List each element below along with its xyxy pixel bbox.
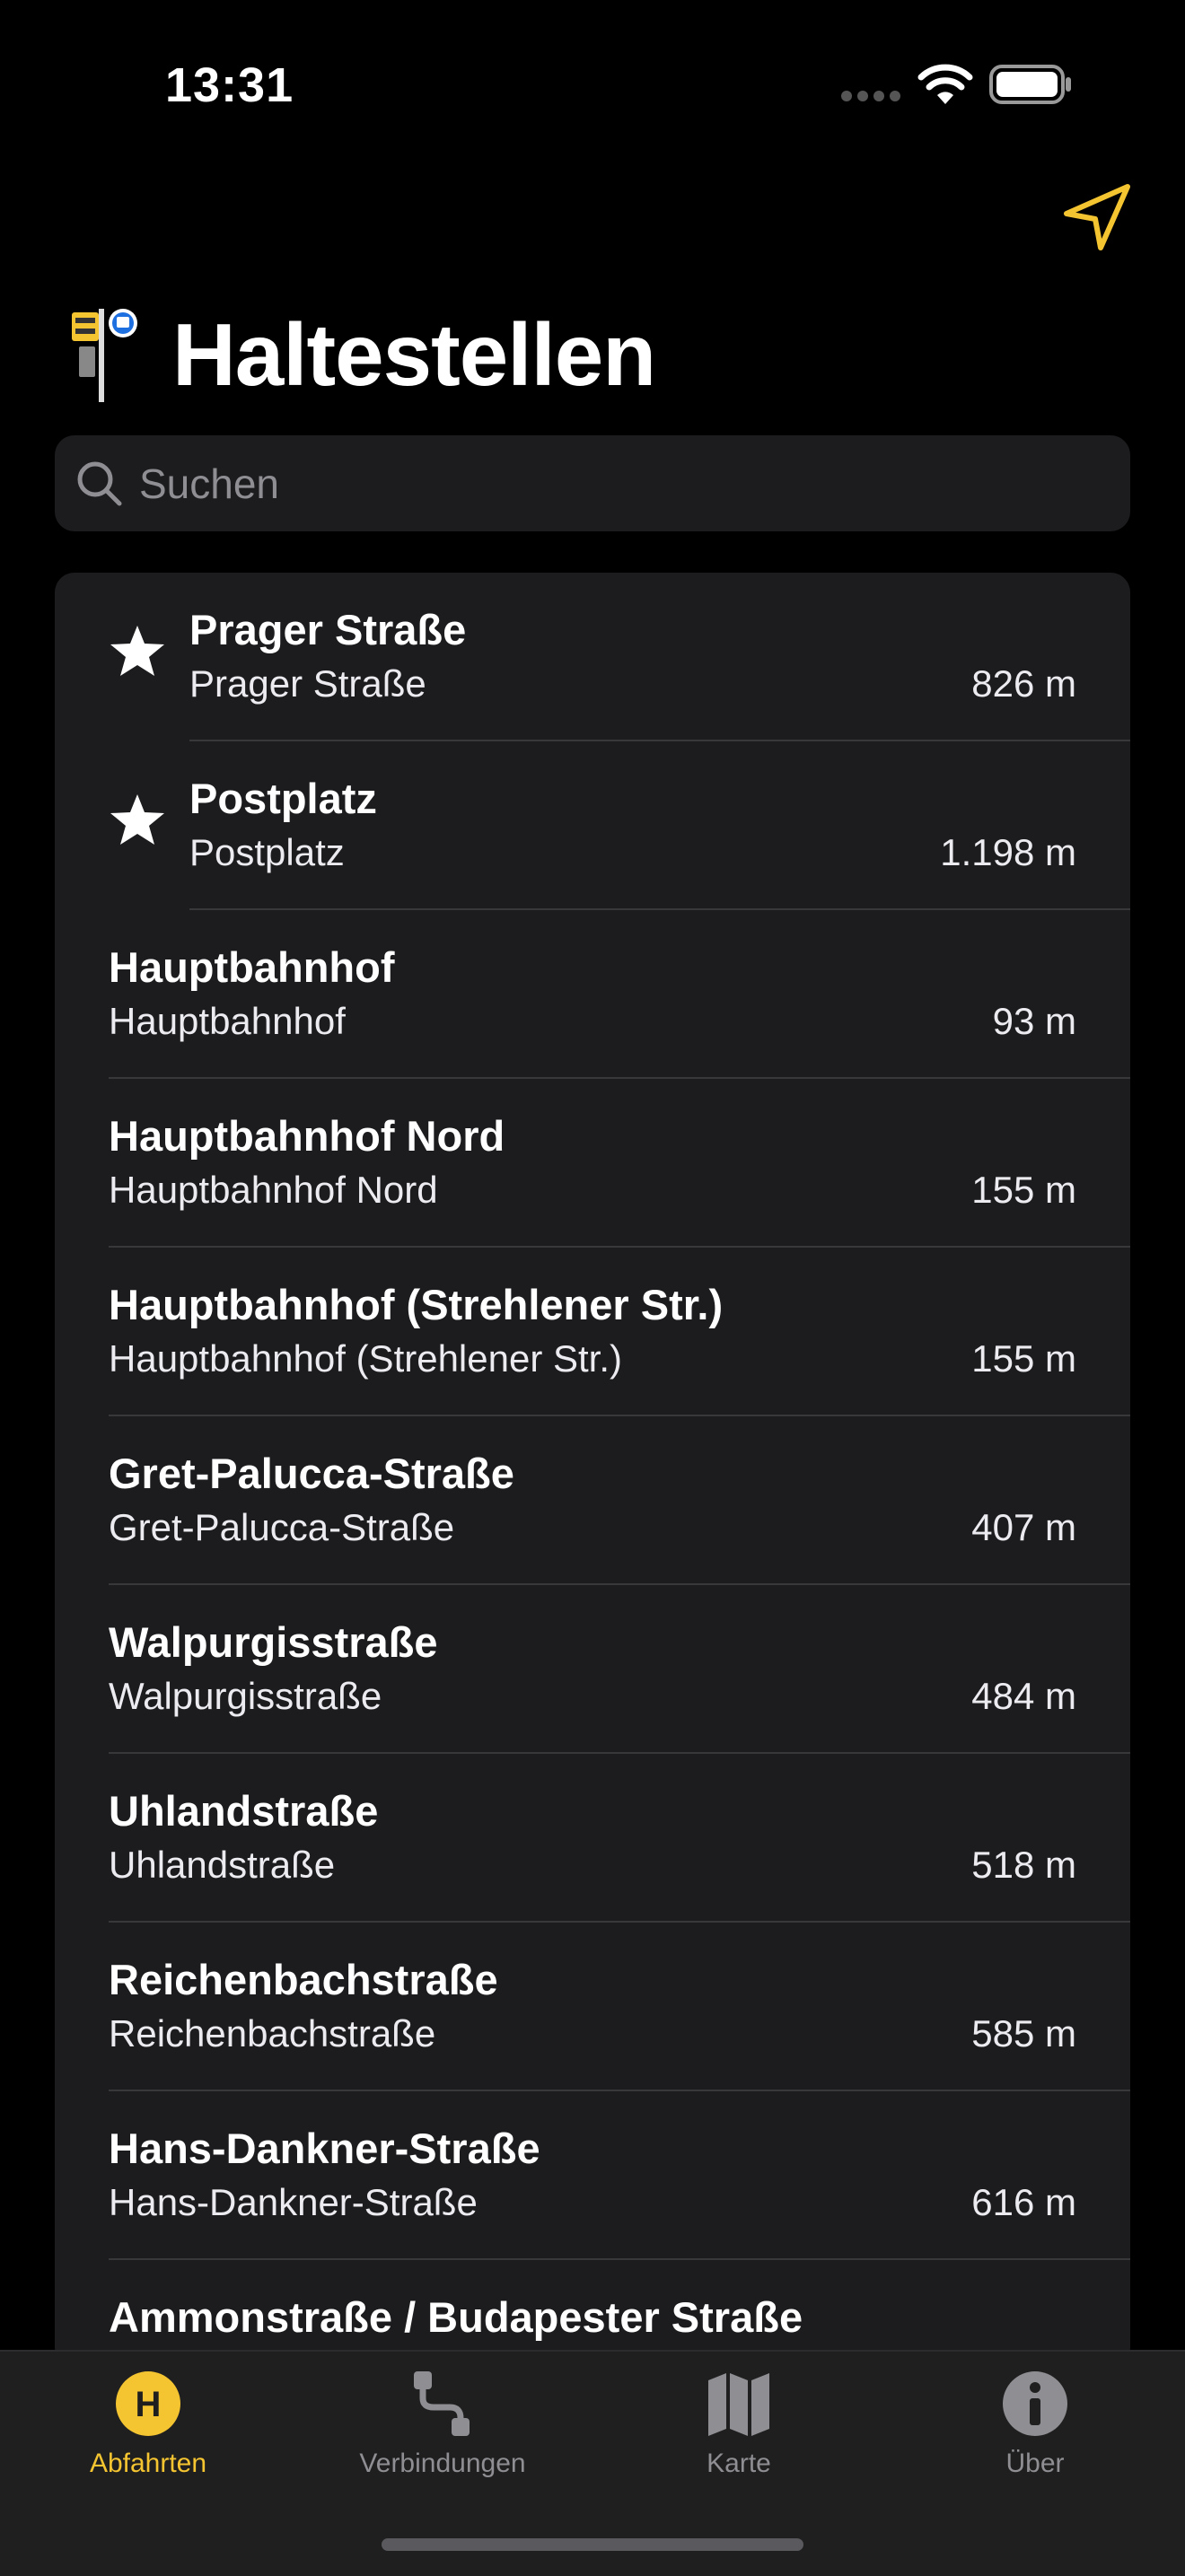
- stop-subtitle: Prager Straße: [189, 662, 426, 705]
- location-arrow-icon[interactable]: [1059, 180, 1135, 255]
- tab-verbindungen[interactable]: Verbindungen: [330, 2368, 555, 2511]
- stop-subtitle: Walpurgisstraße: [109, 1675, 382, 1717]
- stop-distance: 518 m: [971, 1844, 1076, 1886]
- search-field[interactable]: Suchen: [55, 435, 1130, 531]
- status-time: 13:31: [165, 58, 294, 112]
- stop-name: Gret-Palucca-Straße: [109, 1450, 514, 1497]
- stop-name: Hauptbahnhof (Strehlener Str.): [109, 1281, 724, 1328]
- stop-subtitle: Hauptbahnhof (Strehlener Str.): [109, 1337, 623, 1380]
- stop-row[interactable]: Walpurgisstraße Walpurgisstraße 484 m: [55, 1585, 1130, 1754]
- stop-subtitle: Hauptbahnhof: [109, 1000, 346, 1042]
- stop-distance: 585 m: [971, 2012, 1076, 2055]
- stop-name: Hauptbahnhof: [109, 943, 395, 991]
- stop-subtitle: Postplatz: [189, 831, 345, 873]
- bus-stop-icon: [72, 309, 137, 402]
- tab-bar: H Abfahrten Verbindungen Karte Über: [0, 2350, 1185, 2576]
- stop-name: Ammonstraße / Budapester Straße: [109, 2293, 803, 2341]
- stop-list: Prager Straße Prager Straße 826 m Postplatz…: [55, 573, 1130, 2368]
- page-header: Haltestellen: [68, 296, 656, 413]
- route-icon: [414, 2371, 470, 2436]
- stop-distance: 826 m: [971, 662, 1076, 705]
- info-icon: [1003, 2371, 1067, 2436]
- tab-label: Abfahrten: [89, 2449, 207, 2478]
- tab-label: Über: [1005, 2449, 1065, 2478]
- tab-label: Karte: [707, 2449, 771, 2478]
- stop-name: Hans-Dankner-Straße: [109, 2125, 540, 2172]
- stop-subtitle: Hans-Dankner-Straße: [109, 2181, 478, 2223]
- stop-distance: 155 m: [971, 1337, 1076, 1380]
- stop-distance: 616 m: [971, 2181, 1076, 2223]
- stop-row[interactable]: Prager Straße Prager Straße 826 m: [55, 573, 1130, 741]
- stop-distance: 1.198 m: [940, 831, 1076, 873]
- stop-subtitle: Uhlandstraße: [109, 1844, 336, 1886]
- stop-name: Hauptbahnhof Nord: [109, 1112, 505, 1160]
- signal-icon: [841, 91, 900, 101]
- page-title: Haltestellen: [172, 304, 656, 404]
- home-indicator: [382, 2538, 803, 2551]
- favorite-star-icon: [110, 794, 164, 845]
- stop-row[interactable]: Hauptbahnhof (Strehlener Str.) Hauptbahnh…: [55, 1248, 1130, 1416]
- stop-name: Walpurgisstraße: [109, 1618, 438, 1666]
- stop-row[interactable]: Uhlandstraße Uhlandstraße 518 m: [55, 1754, 1130, 1923]
- stop-row[interactable]: Hauptbahnhof Nord Hauptbahnhof Nord 155 m: [55, 1079, 1130, 1248]
- stop-distance: 155 m: [971, 1169, 1076, 1211]
- stop-distance: 93 m: [992, 1000, 1076, 1042]
- map-icon: [708, 2373, 769, 2436]
- stop-row[interactable]: Gret-Palucca-Straße Gret-Palucca-Straße 40…: [55, 1416, 1130, 1585]
- stop-row[interactable]: Hans-Dankner-Straße Hans-Dankner-Straße 61…: [55, 2091, 1130, 2260]
- stop-distance: 407 m: [971, 1506, 1076, 1548]
- tab-karte[interactable]: Karte: [627, 2368, 851, 2511]
- stop-subtitle: Hauptbahnhof Nord: [109, 1169, 438, 1211]
- search-icon: [77, 461, 122, 505]
- status-bar: 13:31: [0, 0, 1185, 171]
- stop-name: Reichenbachstraße: [109, 1956, 498, 2003]
- departures-icon: H: [116, 2371, 180, 2436]
- stop-row[interactable]: Hauptbahnhof Hauptbahnhof 93 m: [55, 910, 1130, 1079]
- tab-label: Verbindungen: [359, 2449, 526, 2478]
- stop-name: Postplatz: [189, 775, 377, 822]
- stop-row[interactable]: Reichenbachstraße Reichenbachstraße 585 m: [55, 1923, 1130, 2091]
- stop-name: Prager Straße: [189, 606, 467, 653]
- stop-row[interactable]: Postplatz Postplatz 1.198 m: [55, 741, 1130, 910]
- wifi-icon: [917, 64, 973, 104]
- favorite-star-icon: [110, 626, 164, 676]
- svg-text:H: H: [136, 2385, 162, 2424]
- tab-abfahrten[interactable]: H Abfahrten: [36, 2368, 260, 2511]
- tab-ueber[interactable]: Über: [923, 2368, 1147, 2511]
- stop-subtitle: Gret-Palucca-Straße: [109, 1506, 455, 1548]
- battery-icon: [989, 65, 1071, 104]
- search-placeholder: Suchen: [139, 460, 280, 507]
- stop-name: Uhlandstraße: [109, 1787, 379, 1835]
- stop-subtitle: Reichenbachstraße: [109, 2012, 436, 2055]
- stop-distance: 484 m: [971, 1675, 1076, 1717]
